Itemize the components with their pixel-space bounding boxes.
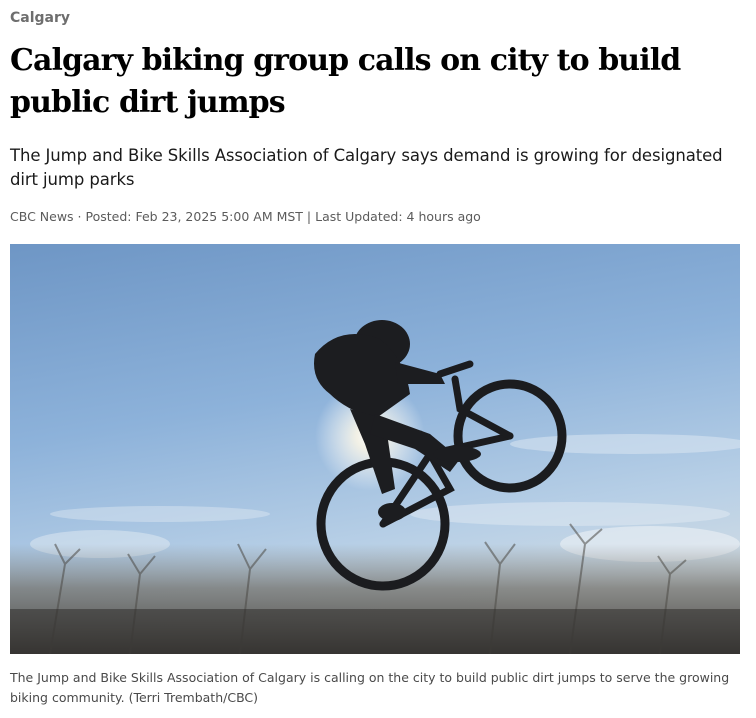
byline-divider: |	[306, 209, 312, 224]
article-photo[interactable]	[10, 244, 740, 654]
byline-posted: Posted: Feb 23, 2025 5:00 AM MST	[85, 209, 303, 224]
byline-source: CBC News	[10, 209, 74, 224]
section-link-calgary[interactable]: Calgary	[10, 8, 70, 28]
article-page: Calgary Calgary biking group calls on ci…	[0, 0, 756, 718]
byline-updated: Last Updated: 4 hours ago	[315, 209, 481, 224]
article-byline: CBC News · Posted: Feb 23, 2025 5:00 AM …	[10, 207, 481, 227]
article-headline: Calgary biking group calls on city to bu…	[10, 43, 681, 120]
bmx-rider-photo	[10, 244, 740, 654]
article-deck: The Jump and Bike Skills Association of …	[10, 146, 723, 189]
photo-caption: The Jump and Bike Skills Association of …	[10, 670, 730, 705]
byline-separator: ·	[77, 209, 82, 224]
